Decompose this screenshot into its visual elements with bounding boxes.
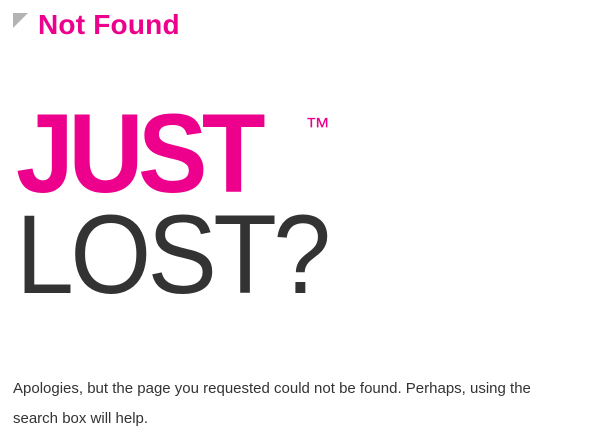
page-title: Not Found (38, 9, 180, 40)
trademark-symbol: ™ (305, 113, 330, 141)
hero-heading-lost: LOST? (16, 192, 331, 317)
hero-heading-just: JUST (16, 91, 266, 216)
corner-triangle-icon (13, 13, 28, 28)
not-found-message: Apologies, but the page you requested co… (13, 380, 531, 427)
